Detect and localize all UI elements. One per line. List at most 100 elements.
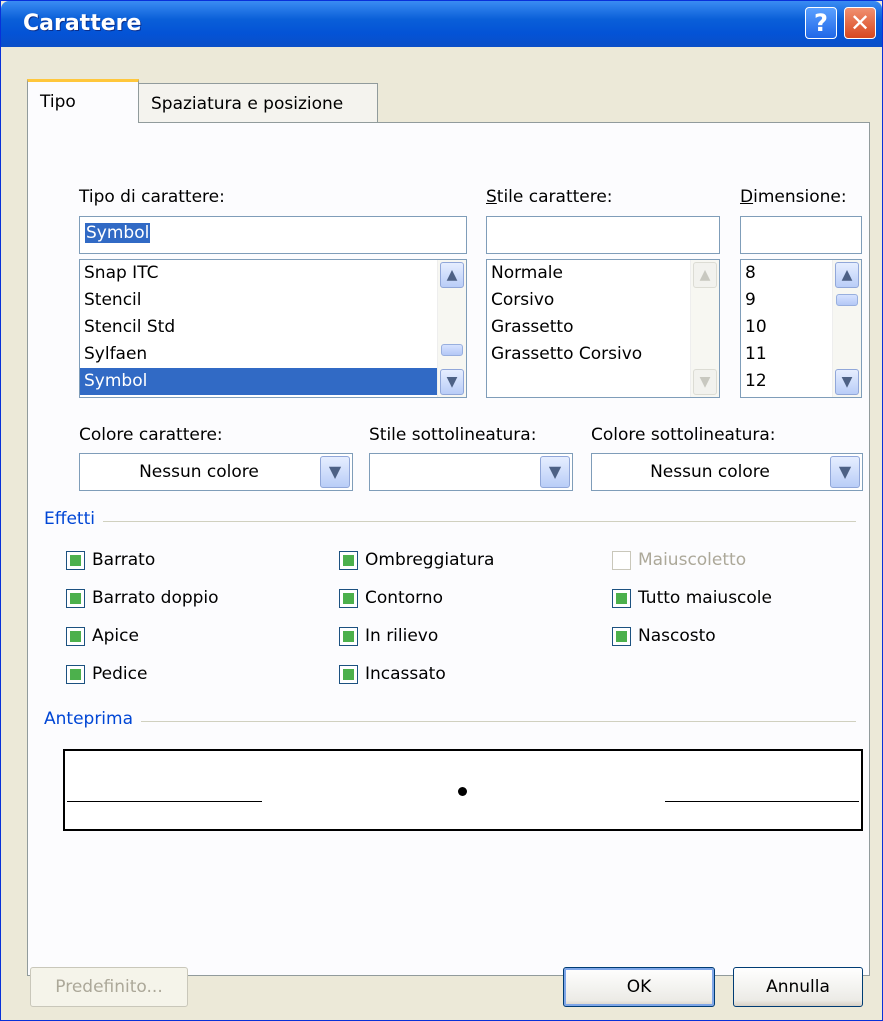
scroll-up-icon[interactable]: ▲ xyxy=(693,262,717,288)
font-style-scrollbar[interactable]: ▲ ▼ xyxy=(690,260,719,397)
preview-divider xyxy=(44,721,856,722)
small-caps-checkbox: Maiuscoletto xyxy=(612,550,746,570)
chevron-down-icon[interactable]: ▼ xyxy=(320,456,350,488)
font-family-value: Symbol xyxy=(85,223,151,243)
font-size-input[interactable] xyxy=(740,216,862,254)
preview-box xyxy=(63,749,863,831)
chevron-down-icon[interactable]: ▼ xyxy=(540,456,570,488)
engrave-label: Incassato xyxy=(365,664,446,684)
underline-color-label: Colore sottolineatura: xyxy=(591,425,776,445)
outline-checkbox[interactable]: Contorno xyxy=(339,588,443,608)
checkbox-indeterminate-icon xyxy=(339,664,358,684)
tab-spaziatura[interactable]: Spaziatura e posizione xyxy=(138,83,378,123)
all-caps-checkbox[interactable]: Tutto maiuscole xyxy=(612,588,772,608)
strikethrough-checkbox[interactable]: Barrato xyxy=(66,550,155,570)
font-color-combo[interactable]: Nessun colore ▼ xyxy=(79,453,353,491)
checkbox-indeterminate-icon xyxy=(66,664,85,684)
checkbox-indeterminate-icon xyxy=(612,588,631,608)
tab-spaziatura-label: Spaziatura e posizione xyxy=(151,94,344,114)
superscript-checkbox[interactable]: Apice xyxy=(66,626,139,646)
emboss-checkbox[interactable]: In rilievo xyxy=(339,626,438,646)
font-color-label: Colore carattere: xyxy=(79,425,223,445)
double-strikethrough-checkbox[interactable]: Barrato doppio xyxy=(66,588,219,608)
double-strikethrough-label: Barrato doppio xyxy=(92,588,219,608)
tab-tipo[interactable]: Tipo xyxy=(27,79,139,123)
scroll-thumb[interactable] xyxy=(836,294,858,306)
tab-tipo-label: Tipo xyxy=(40,92,76,112)
close-button[interactable]: ✕ xyxy=(844,7,876,39)
tab-panel: Tipo di carattere: Symbol Snap ITC Stenc… xyxy=(27,122,870,976)
default-button[interactable]: Predefinito... xyxy=(30,967,188,1007)
scroll-up-icon[interactable]: ▲ xyxy=(835,262,859,288)
font-style-label: Stile carattere: xyxy=(486,187,613,207)
chevron-down-icon[interactable]: ▼ xyxy=(830,456,860,488)
font-family-label: Tipo di carattere: xyxy=(79,187,225,207)
font-size-label-rest: imensione: xyxy=(753,187,847,207)
preview-glyph xyxy=(458,787,467,796)
scroll-down-icon[interactable]: ▼ xyxy=(693,369,717,395)
outline-label: Contorno xyxy=(365,588,443,608)
list-item[interactable]: 9 xyxy=(741,287,833,314)
list-item[interactable]: Snap ITC xyxy=(80,260,438,287)
font-dialog: Carattere ? ✕ Tipo Spaziatura e posizion… xyxy=(0,0,883,1021)
underline-color-value: Nessun colore xyxy=(650,462,770,482)
font-size-list[interactable]: 8 9 10 11 12 ▲ ▼ xyxy=(740,259,862,398)
scroll-down-icon[interactable]: ▼ xyxy=(440,369,464,395)
hidden-checkbox[interactable]: Nascosto xyxy=(612,626,716,646)
list-item[interactable]: 10 xyxy=(741,314,833,341)
list-item[interactable]: 8 xyxy=(741,260,833,287)
preview-line-right xyxy=(665,801,859,802)
list-item[interactable]: Normale xyxy=(487,260,691,287)
font-size-scrollbar[interactable]: ▲ ▼ xyxy=(832,260,861,397)
font-family-input[interactable]: Symbol xyxy=(79,216,467,254)
ok-button[interactable]: OK xyxy=(563,967,715,1007)
font-family-list[interactable]: Snap ITC Stencil Stencil Std Sylfaen Sym… xyxy=(79,259,467,398)
list-item[interactable]: Stencil Std xyxy=(80,314,438,341)
checkbox-indeterminate-icon xyxy=(339,588,358,608)
font-size-label: Dimensione: xyxy=(740,187,847,207)
scroll-up-icon[interactable]: ▲ xyxy=(440,262,464,288)
list-item[interactable]: Corsivo xyxy=(487,287,691,314)
font-style-input[interactable] xyxy=(486,216,720,254)
list-item[interactable]: Sylfaen xyxy=(80,341,438,368)
checkbox-indeterminate-icon xyxy=(612,626,631,646)
preview-line-left xyxy=(67,801,262,802)
help-button[interactable]: ? xyxy=(805,7,837,39)
preview-title: Anteprima xyxy=(44,709,142,729)
effects-divider xyxy=(44,521,856,522)
checkbox-disabled-icon xyxy=(612,550,631,570)
subscript-label: Pedice xyxy=(92,664,148,684)
underline-color-combo[interactable]: Nessun colore ▼ xyxy=(591,453,863,491)
dialog-title: Carattere xyxy=(23,11,142,36)
engrave-checkbox[interactable]: Incassato xyxy=(339,664,446,684)
scroll-thumb[interactable] xyxy=(441,344,463,356)
strikethrough-label: Barrato xyxy=(92,550,156,570)
checkbox-indeterminate-icon xyxy=(66,550,85,570)
small-caps-label: Maiuscoletto xyxy=(638,550,747,570)
checkbox-indeterminate-icon xyxy=(339,550,358,570)
cancel-button[interactable]: Annulla xyxy=(733,967,863,1007)
list-item[interactable]: 12 xyxy=(741,368,833,395)
title-bar[interactable]: Carattere ? ✕ xyxy=(1,1,882,47)
list-item[interactable]: Stencil xyxy=(80,287,438,314)
checkbox-indeterminate-icon xyxy=(66,588,85,608)
checkbox-indeterminate-icon xyxy=(339,626,358,646)
hidden-label: Nascosto xyxy=(638,626,716,646)
shadow-label: Ombreggiatura xyxy=(365,550,495,570)
list-item[interactable]: 11 xyxy=(741,341,833,368)
superscript-label: Apice xyxy=(92,626,139,646)
all-caps-label: Tutto maiuscole xyxy=(638,588,772,608)
checkbox-indeterminate-icon xyxy=(66,626,85,646)
list-item[interactable]: Grassetto xyxy=(487,314,691,341)
underline-style-combo[interactable]: ▼ xyxy=(369,453,573,491)
list-item[interactable]: Grassetto Corsivo xyxy=(487,341,691,368)
emboss-label: In rilievo xyxy=(365,626,439,646)
shadow-checkbox[interactable]: Ombreggiatura xyxy=(339,550,494,570)
subscript-checkbox[interactable]: Pedice xyxy=(66,664,147,684)
effects-title: Effetti xyxy=(44,509,103,529)
font-color-value: Nessun colore xyxy=(139,462,259,482)
font-style-list[interactable]: Normale Corsivo Grassetto Grassetto Cors… xyxy=(486,259,720,398)
scroll-down-icon[interactable]: ▼ xyxy=(835,369,859,395)
font-family-scrollbar[interactable]: ▲ ▼ xyxy=(437,260,466,397)
list-item-selected[interactable]: Symbol xyxy=(80,368,438,395)
